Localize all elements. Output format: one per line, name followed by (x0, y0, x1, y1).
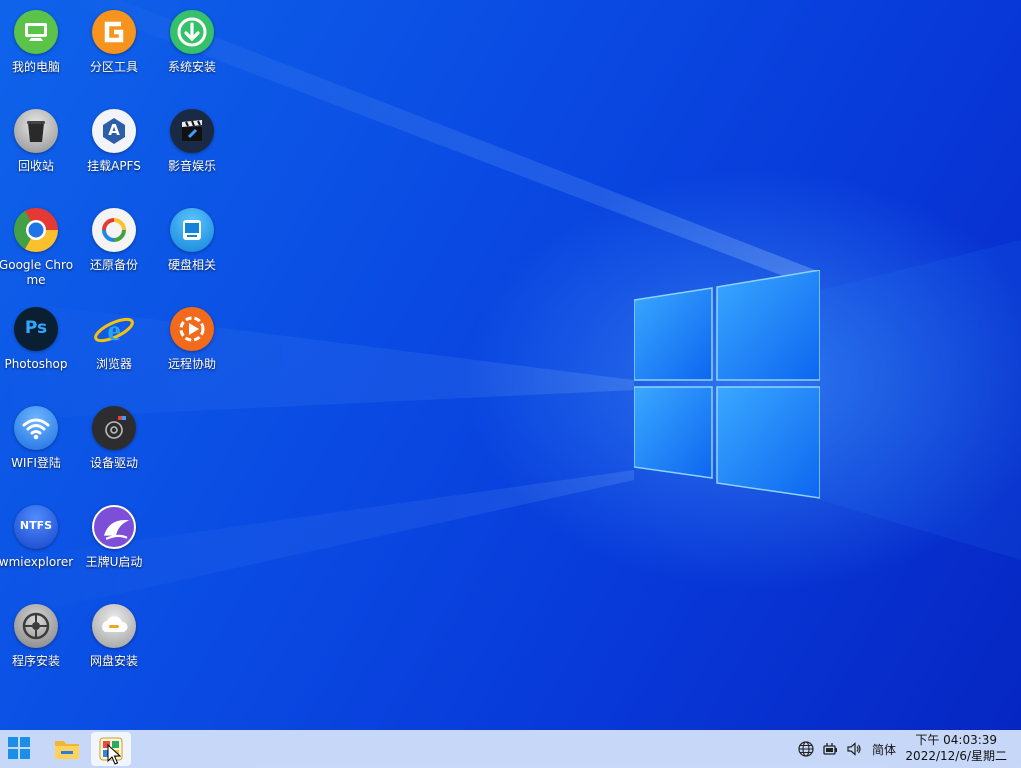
speaker-icon[interactable] (846, 741, 862, 757)
desktop-icon-label: 还原备份 (89, 258, 138, 272)
desktop-icon-media[interactable]: 影音娱乐 (153, 101, 231, 197)
clock-time: 下午 04:03:39 (915, 733, 998, 747)
monitor-icon (14, 10, 58, 54)
clapper-icon (170, 109, 214, 153)
desktop-wallpaper: 我的电脑 回收站 Google Chrome Ps Photoshop WIFI… (0, 0, 1021, 730)
desktop-icon-label: 挂载APFS (87, 159, 141, 173)
desktop-icon-photoshop[interactable]: Ps Photoshop (0, 299, 75, 395)
power-icon[interactable] (822, 741, 838, 757)
desktop-icon-label: 分区工具 (89, 60, 138, 74)
desktop-icon-browser[interactable]: e 浏览器 (75, 299, 153, 395)
windows-start-icon (8, 737, 30, 759)
download-install-icon (170, 10, 214, 54)
photoshop-text: Ps (24, 318, 48, 338)
desktop-icon-restore-backup[interactable]: 还原备份 (75, 200, 153, 296)
desktop-icon-partition-tool[interactable]: 分区工具 (75, 2, 153, 98)
chrome-icon (14, 208, 58, 252)
cloud-disk-icon (92, 604, 136, 648)
clock-date: 2022/12/6/星期二 (905, 749, 1007, 763)
taskbar: 简体 下午 04:03:39 2022/12/6/星期二 (0, 730, 1021, 768)
desktop-icon-wmiexplorer[interactable]: NTFS wmiexplorer (0, 497, 75, 593)
desktop-icon-label: 网盘安装 (89, 654, 138, 668)
driver-icon (92, 406, 136, 450)
desktop-icon-label: 远程协助 (167, 357, 216, 371)
ntfs-icon: NTFS (14, 505, 58, 549)
desktop-icon-label: Photoshop (4, 357, 68, 371)
desktop-icon-mount-apfs[interactable]: A 挂载APFS (75, 101, 153, 197)
disk-icon (170, 208, 214, 252)
desktop-icon-label: 影音娱乐 (167, 159, 216, 173)
photoshop-icon: Ps (14, 307, 58, 351)
settings-icon (14, 604, 58, 648)
desktop-icon-u-boot[interactable]: 王牌U启动 (75, 497, 153, 593)
desktop-icon-disk[interactable]: 硬盘相关 (153, 200, 231, 296)
desktop-icon-label: 程序安装 (11, 654, 60, 668)
desktop-icon-program-install[interactable]: 程序安装 (0, 596, 75, 692)
mouse-cursor-icon (107, 744, 121, 765)
recycle-bin-icon (14, 109, 58, 153)
wifi-icon (14, 406, 58, 450)
desktop-icon-label: WIFI登陆 (11, 456, 61, 470)
desktop-icon-my-computer[interactable]: 我的电脑 (0, 2, 75, 98)
desktop-icon-label: Google Chrome (0, 258, 74, 287)
desktop-icon-remote-assist[interactable]: 远程协助 (153, 299, 231, 395)
apfs-text: A (108, 121, 120, 139)
restore-icon (92, 208, 136, 252)
desktop-icon-system-install[interactable]: 系统安装 (153, 2, 231, 98)
desktop-icon-chrome[interactable]: Google Chrome (0, 200, 75, 296)
remote-icon (170, 307, 214, 351)
partition-tool-icon (92, 10, 136, 54)
windows-logo-wallpaper (634, 270, 820, 499)
desktop-icon-label: wmiexplorer (0, 555, 74, 569)
taskbar-clock[interactable]: 下午 04:03:39 2022/12/6/星期二 (905, 732, 1007, 764)
desktop-icon-label: 设备驱动 (89, 456, 138, 470)
svg-text:e: e (107, 314, 120, 347)
ime-indicator[interactable]: 简体 (872, 741, 896, 758)
desktop-icon-label: 硬盘相关 (167, 258, 216, 272)
desktop-icon-recycle-bin[interactable]: 回收站 (0, 101, 75, 197)
desktop-icon-label: 我的电脑 (11, 60, 60, 74)
desktop-icon-device-driver[interactable]: 设备驱动 (75, 398, 153, 494)
ie-icon: e (92, 307, 136, 351)
file-explorer-button[interactable] (46, 732, 86, 766)
desktop-icon-label: 系统安装 (167, 60, 216, 74)
desktop-icon-label: 浏览器 (95, 357, 132, 371)
globe-icon[interactable] (798, 741, 814, 757)
desktop-icon-label: 回收站 (17, 159, 54, 173)
ntfs-text: NTFS (19, 519, 53, 532)
start-button[interactable] (0, 732, 40, 766)
desktop-icon-cloud-install[interactable]: 网盘安装 (75, 596, 153, 692)
folder-icon (55, 741, 79, 759)
desktop-icon-wifi[interactable]: WIFI登陆 (0, 398, 75, 494)
apfs-icon: A (92, 109, 136, 153)
u-boot-icon (92, 505, 136, 549)
desktop-icon-label: 王牌U启动 (85, 555, 143, 569)
